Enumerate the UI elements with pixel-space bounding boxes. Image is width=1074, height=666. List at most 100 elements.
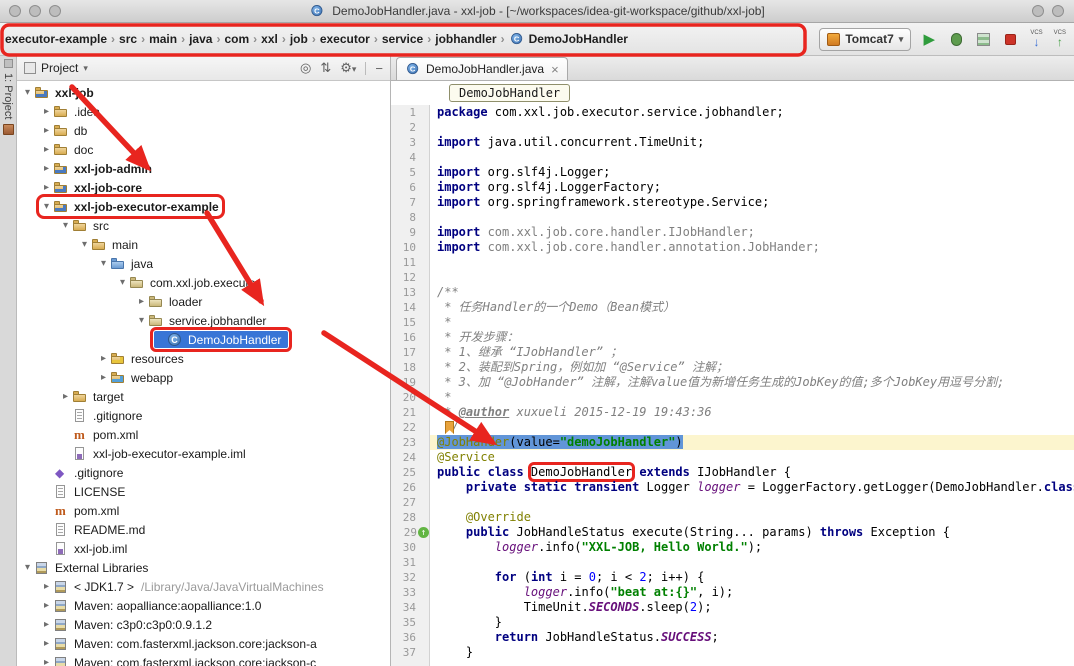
gutter[interactable]: 9 [391,225,430,240]
close-window-button[interactable] [9,5,21,17]
tree-chevron-icon[interactable]: ▾ [21,87,34,98]
tree-item-src[interactable]: ▾src [17,216,390,235]
gutter[interactable]: 26 [391,480,430,495]
editor-code[interactable]: 1package com.xxl.job.executor.service.jo… [391,105,1074,666]
project-tree[interactable]: ▾xxl-job▸.idea▸db▸doc▸xxl-job-admin▸xxl-… [17,81,390,666]
gutter[interactable]: 14 [391,300,430,315]
tree-item-.idea[interactable]: ▸.idea [17,102,390,121]
tree-item-<-JDK1.7->[interactable]: ▸< JDK1.7 >/Library/Java/JavaVirtualMach… [17,577,390,596]
breadcrumb-item-service[interactable]: service [379,30,426,48]
breadcrumb-item-java[interactable]: java [186,30,215,48]
tree-item-service.jobhandler[interactable]: ▾service.jobhandler [17,311,390,330]
tree-chevron-icon[interactable]: ▾ [97,258,110,269]
gutter[interactable]: 36 [391,630,430,645]
tree-chevron-icon[interactable]: ▸ [40,182,53,193]
tree-chevron-icon[interactable]: ▸ [40,619,53,630]
project-tool-window-button[interactable]: 1: Project [2,73,14,119]
tree-item-LICENSE[interactable]: LICENSE [17,482,390,501]
breadcrumb-item-jobhandler[interactable]: jobhandler [432,30,499,48]
breadcrumb-item-src[interactable]: src [116,30,140,48]
tree-chevron-icon[interactable]: ▸ [40,144,53,155]
gutter[interactable]: 31 [391,555,430,570]
tree-item-loader[interactable]: ▸loader [17,292,390,311]
tree-chevron-icon[interactable]: ▸ [40,638,53,649]
gutter[interactable]: 7 [391,195,430,210]
editor-breadcrumb-tag[interactable]: DemoJobHandler [449,84,570,102]
tree-item-.gitignore[interactable]: .gitignore [17,406,390,425]
gutter[interactable]: 21 [391,405,430,420]
tree-item-resources[interactable]: ▸resources [17,349,390,368]
gutter[interactable]: 18 [391,360,430,375]
run-configuration-selector[interactable]: Tomcat7 ▾ [819,28,911,51]
tree-chevron-icon[interactable]: ▸ [40,581,53,592]
gutter[interactable]: 20 [391,390,430,405]
gutter[interactable]: 35 [391,615,430,630]
tree-item-doc[interactable]: ▸doc [17,140,390,159]
tree-item-External-Libraries[interactable]: ▾External Libraries [17,558,390,577]
gutter[interactable]: 33 [391,585,430,600]
tree-chevron-icon[interactable]: ▸ [40,106,53,117]
gutter[interactable]: 29↑ [391,525,430,540]
tree-item-Maven-com.fasterxml.jackson.core-jackson-c[interactable]: ▸Maven: com.fasterxml.jackson.core:jacks… [17,653,390,666]
breadcrumb-item-com[interactable]: com [221,30,252,48]
breadcrumb-item-job[interactable]: job [287,30,311,48]
locate-file-button[interactable]: ◎ [300,60,311,76]
collapse-all-button[interactable]: ⇅ [320,60,331,76]
tree-item-Maven-com.fasterxml.jackson.core-jackson-a[interactable]: ▸Maven: com.fasterxml.jackson.core:jacks… [17,634,390,653]
gutter[interactable]: 37 [391,645,430,660]
breadcrumb-item-xxl[interactable]: xxl [258,30,281,48]
gutter[interactable]: 27 [391,495,430,510]
tree-chevron-icon[interactable]: ▾ [59,220,72,231]
stop-button[interactable] [1001,30,1019,48]
tree-item-java[interactable]: ▾java [17,254,390,273]
run-button[interactable]: ▶ [920,30,938,48]
tree-item-Maven-aopalliance-aopalliance-1.0[interactable]: ▸Maven: aopalliance:aopalliance:1.0 [17,596,390,615]
tree-chevron-icon[interactable]: ▾ [135,315,148,326]
gutter[interactable]: 34 [391,600,430,615]
gutter[interactable]: 24 [391,450,430,465]
vcs-commit-button[interactable]: VCS ↑ [1054,30,1066,48]
gutter[interactable]: 16 [391,330,430,345]
tree-item-xxl-job-core[interactable]: ▸xxl-job-core [17,178,390,197]
tree-chevron-icon[interactable]: ▸ [40,600,53,611]
tree-chevron-icon[interactable]: ▾ [116,277,129,288]
gutter[interactable]: 10 [391,240,430,255]
tab-DemoJobHandler[interactable]: DemoJobHandler.java × [396,57,568,80]
tree-item-DemoJobHandler[interactable]: DemoJobHandler [17,330,390,349]
gutter[interactable]: 22 [391,420,430,435]
gutter[interactable]: 25 [391,465,430,480]
minimize-window-button[interactable] [29,5,41,17]
gutter[interactable]: 6 [391,180,430,195]
gutter[interactable]: 8 [391,210,430,225]
tree-item-com.xxl.job.executor[interactable]: ▾com.xxl.job.executor [17,273,390,292]
gutter[interactable]: 15 [391,315,430,330]
tree-item-.gitignore[interactable]: .gitignore [17,463,390,482]
gutter[interactable]: 2 [391,120,430,135]
tree-item-xxl-job-admin[interactable]: ▸xxl-job-admin [17,159,390,178]
tree-item-pom.xml[interactable]: pom.xml [17,501,390,520]
tree-chevron-icon[interactable]: ▸ [59,391,72,402]
gutter[interactable]: 17 [391,345,430,360]
gutter[interactable]: 23 [391,435,430,450]
hide-panel-button[interactable]: − [375,61,383,76]
gutter[interactable]: 4 [391,150,430,165]
breadcrumb-item-main[interactable]: main [146,30,180,48]
gutter[interactable]: 3 [391,135,430,150]
gutter[interactable]: 28 [391,510,430,525]
tree-item-webapp[interactable]: ▸webapp [17,368,390,387]
settings-gear-button[interactable]: ⚙▾ [340,60,356,76]
gutter[interactable]: 12 [391,270,430,285]
tree-item-Maven-c3p0-c3p0-0.9.1.2[interactable]: ▸Maven: c3p0:c3p0:0.9.1.2 [17,615,390,634]
gutter[interactable]: 5 [391,165,430,180]
tree-item-pom.xml[interactable]: pom.xml [17,425,390,444]
tool-window-icon[interactable] [3,124,14,135]
breadcrumb-item-executor[interactable]: executor [317,30,373,48]
gutter[interactable]: 13 [391,285,430,300]
tree-chevron-icon[interactable]: ▸ [40,163,53,174]
chevron-down-icon[interactable]: ▾ [83,63,88,74]
breadcrumb-item-DemoJobHandler[interactable]: DemoJobHandler [506,29,631,49]
breadcrumb-item-executor-example[interactable]: executor-example [2,30,110,48]
gutter[interactable]: 11 [391,255,430,270]
tree-item-xxl-job[interactable]: ▾xxl-job [17,83,390,102]
tree-chevron-icon[interactable]: ▾ [78,239,91,250]
